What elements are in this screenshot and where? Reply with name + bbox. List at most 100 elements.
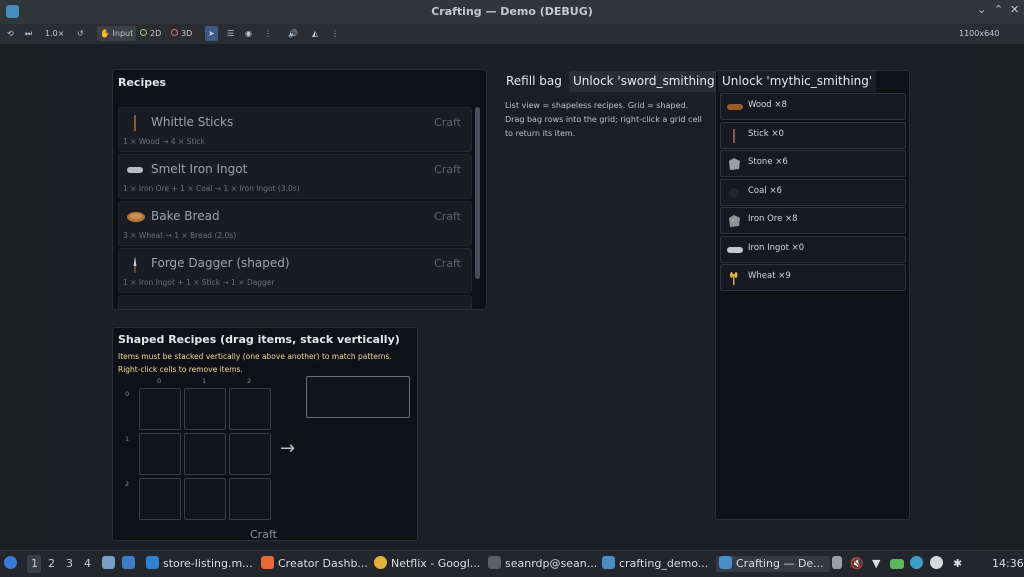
recipe-row: Smelt Iron Ingot Craft 1 × Iron Ore + 1 … <box>118 154 472 199</box>
taskbar-app[interactable]: Netflix - Googl... <box>374 556 480 572</box>
taskbar-app[interactable]: crafting_demo... <box>602 556 708 572</box>
camera-icon[interactable]: ◭ <box>309 26 321 41</box>
reset-speed-icon[interactable]: ↺ <box>74 26 87 41</box>
mode-2d-button[interactable]: 2D <box>137 26 164 41</box>
taskbar-app-label: Creator Dashb... <box>278 557 368 570</box>
bluetooth-icon[interactable]: ✱ <box>953 556 962 572</box>
row-label: 2 <box>125 480 130 488</box>
inventory-row[interactable]: Iron Ingot ×0 <box>720 236 906 263</box>
clock[interactable]: 14:36 <box>992 556 1024 572</box>
sync-icon[interactable] <box>910 556 927 572</box>
grid-cell[interactable] <box>139 478 181 520</box>
inventory-label: Stick ×0 <box>748 129 784 139</box>
taskbar-app-label: crafting_demo... <box>619 557 709 570</box>
recipe-description: 1 × Iron Ingot + 1 × Stick → 1 × Dagger <box>123 278 275 287</box>
taskbar-app[interactable]: seanrdp@sean... <box>488 556 597 572</box>
terminal-icon <box>488 556 501 569</box>
inventory-label: Iron Ore ×8 <box>748 214 798 224</box>
window-titlebar: Crafting — Demo (DEBUG) ⌄ ⌃ ✕ <box>0 0 1024 24</box>
more-icon[interactable]: ⋮ <box>261 26 275 41</box>
input-toggle[interactable]: ✋ Input <box>97 26 137 41</box>
speed-button[interactable]: 1.0× <box>42 26 67 41</box>
grid-cell[interactable] <box>184 433 226 475</box>
debug-toolbar: ⟲ ⏭ 1.0× ↺ ✋ Input 2D 3D ➤ ☰ ◉ ⋮ 🔊 ◭ ⋮ 1… <box>0 24 1024 45</box>
inventory-row[interactable]: Iron Ore ×8 <box>720 207 906 234</box>
workspace-button[interactable]: 4 <box>84 557 91 570</box>
battery-icon[interactable] <box>890 556 908 572</box>
recipe-row: Whittle Sticks Craft 1 × Wood → 4 × Stic… <box>118 107 472 152</box>
inventory-row[interactable]: Wood ×8 <box>720 93 906 120</box>
mode-2d-label: 2D <box>150 29 162 38</box>
craft-button[interactable]: Craft <box>434 257 461 270</box>
audio-icon[interactable]: 🔊 <box>285 26 301 41</box>
ingot-icon <box>727 242 743 256</box>
mode-3d-button[interactable]: 3D <box>168 26 195 41</box>
inventory-row[interactable]: Stone ×6 <box>720 150 906 177</box>
taskbar-app-label: seanrdp@sean... <box>505 557 598 570</box>
updates-icon[interactable] <box>930 556 947 572</box>
recipes-title: Recipes <box>118 76 167 89</box>
unlock-mythic-button[interactable]: Unlock 'mythic_smithing' <box>718 71 877 92</box>
chrome-icon <box>374 556 387 569</box>
inventory-row[interactable]: Wheat ×9 <box>720 264 906 291</box>
grid-cell[interactable] <box>184 478 226 520</box>
grid-cell[interactable] <box>229 388 271 430</box>
list-select-icon[interactable]: ☰ <box>224 26 237 41</box>
ingot-icon <box>127 162 143 178</box>
mute-icon[interactable]: 🔇 <box>850 556 864 572</box>
inventory-label: Coal ×6 <box>748 186 782 196</box>
reload-icon[interactable]: ⟲ <box>4 26 17 41</box>
files-icon[interactable] <box>102 556 119 572</box>
unlock-sword-button[interactable]: Unlock 'sword_smithing' <box>569 71 722 92</box>
coal-icon <box>727 185 741 199</box>
recipe-description: 3 × Wheat → 1 × Bread (2.0s) <box>123 231 237 240</box>
mode-3d-label: 3D <box>181 29 193 38</box>
refill-bag-button[interactable]: Refill bag <box>506 74 562 88</box>
shaped-craft-button[interactable]: Craft <box>250 528 277 540</box>
recipe-description: 1 × Wood → 4 × Stick <box>123 137 205 146</box>
minimize-icon[interactable]: ⌄ <box>977 3 986 16</box>
inventory-row[interactable]: Coal ×6 <box>720 179 906 206</box>
output-slot[interactable] <box>306 376 410 418</box>
stick-icon <box>127 115 143 131</box>
taskbar-app[interactable]: store-listing.m... <box>146 556 253 572</box>
folder-icon[interactable] <box>122 556 139 572</box>
window-title: Crafting — Demo (DEBUG) <box>431 5 593 18</box>
godot-icon <box>602 556 615 569</box>
brave-icon <box>261 556 274 569</box>
recipe-name: Smelt Iron Ingot <box>151 162 248 176</box>
grid-cell[interactable] <box>229 433 271 475</box>
app-launcher-icon[interactable] <box>4 556 21 572</box>
stick-icon <box>727 128 741 143</box>
craft-button[interactable]: Craft <box>434 163 461 176</box>
shaped-note: Items must be stacked vertically (one ab… <box>118 352 392 374</box>
step-frame-icon[interactable]: ⏭ <box>22 26 35 41</box>
workspace-button[interactable]: 3 <box>66 557 73 570</box>
column-label: 1 <box>202 377 207 385</box>
inventory-row[interactable]: Stick ×0 <box>720 122 906 149</box>
select-icon[interactable]: ➤ <box>205 26 218 41</box>
workspace-button[interactable]: 2 <box>48 557 55 570</box>
close-icon[interactable]: ✕ <box>1010 3 1019 16</box>
inventory-label: Wheat ×9 <box>748 271 791 281</box>
workspace-button[interactable]: 1 <box>31 557 38 570</box>
inventory-panel: Wood ×8 Stick ×0 Stone ×6 Coal ×6 Iron O… <box>715 70 910 520</box>
wifi-icon[interactable]: ▼ <box>872 556 880 572</box>
grid-cell[interactable] <box>229 478 271 520</box>
more-2-icon[interactable]: ⋮ <box>328 26 342 41</box>
wheat-icon <box>727 270 741 285</box>
grid-cell[interactable] <box>184 388 226 430</box>
taskbar-app[interactable]: Creator Dashb... <box>261 556 368 572</box>
craft-button[interactable]: Craft <box>434 116 461 129</box>
arrow-icon: → <box>280 438 296 459</box>
craft-button[interactable]: Craft <box>434 210 461 223</box>
eye-icon[interactable]: ◉ <box>242 26 255 41</box>
grid-cell[interactable] <box>139 388 181 430</box>
maximize-icon[interactable]: ⌃ <box>994 3 1003 16</box>
taskbar-app-active[interactable]: Crafting — De... <box>716 556 830 572</box>
recipes-scrollbar[interactable] <box>475 107 480 279</box>
help-text: List view = shapeless recipes. Grid = sh… <box>505 101 702 138</box>
bread-icon <box>127 209 145 225</box>
clipboard-icon[interactable] <box>832 556 846 572</box>
grid-cell[interactable] <box>139 433 181 475</box>
